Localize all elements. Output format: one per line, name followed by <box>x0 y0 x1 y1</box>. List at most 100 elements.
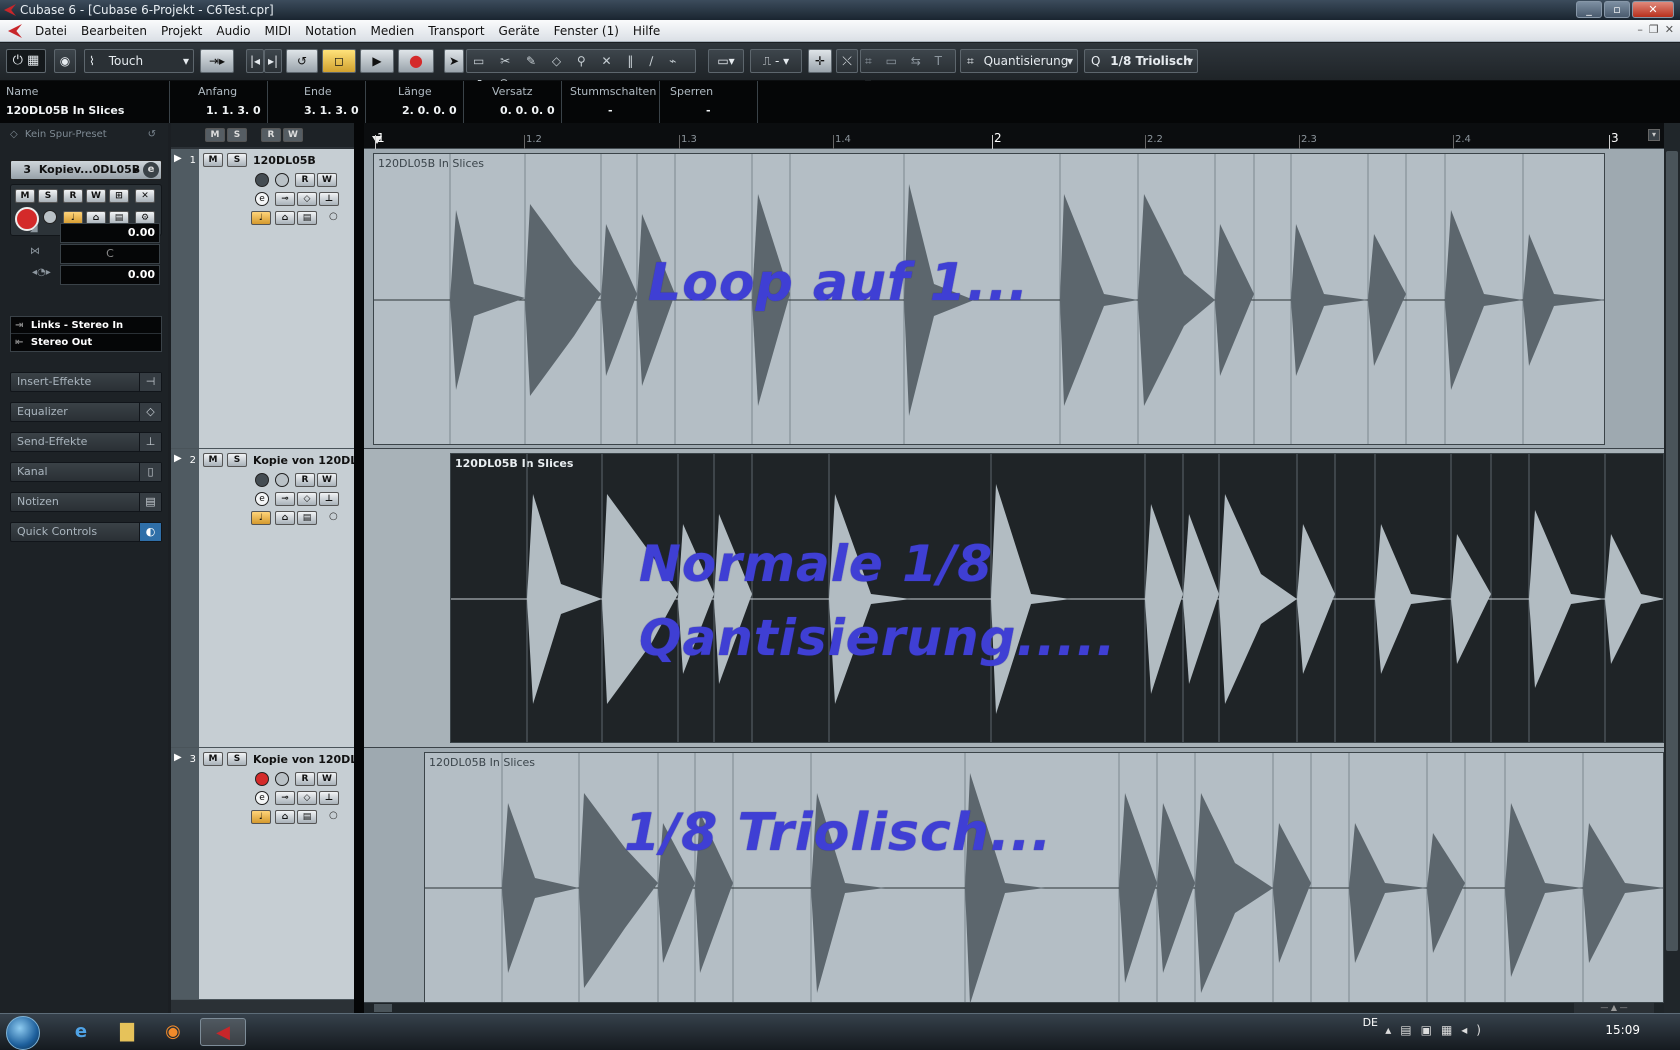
edit-channel-icon[interactable]: e <box>255 492 269 506</box>
eq-bypass-icon[interactable]: ◇ <box>297 791 317 805</box>
track-read-button[interactable]: R <box>295 772 315 786</box>
track-monitor-button[interactable] <box>275 173 289 187</box>
monitor-button[interactable] <box>43 210 57 224</box>
track-write-button[interactable]: W <box>317 173 337 187</box>
section-insert-effects[interactable]: Insert-Effekte ⊣ <box>10 372 162 392</box>
send-bypass-icon[interactable]: ⊥ <box>319 192 339 206</box>
scroll-thumb[interactable] <box>1666 151 1678 951</box>
track-solo-button[interactable]: S <box>227 752 247 766</box>
info-offset[interactable]: Versatz 0. 0. 0. 0 <box>464 81 562 123</box>
eq-bypass-icon[interactable]: ◇ <box>297 492 317 506</box>
scroll-thumb[interactable] <box>374 1004 392 1012</box>
color-menu-button[interactable]: ▭▾ <box>708 49 744 73</box>
freeze-button[interactable]: ✕ <box>135 189 155 203</box>
doc-minimize-button[interactable]: – <box>1637 23 1643 37</box>
track-write-button[interactable]: W <box>317 473 337 487</box>
doc-restore-button[interactable]: ❐ <box>1649 23 1659 37</box>
mute-button[interactable]: M <box>15 189 35 203</box>
language-indicator[interactable]: DE <box>1363 1016 1378 1029</box>
menu-midi[interactable]: MIDI <box>257 20 298 41</box>
quantize-preset-select[interactable]: Q 1/8 Triolisch ▾ <box>1084 49 1198 73</box>
track-read-button[interactable]: R <box>295 473 315 487</box>
snap-button[interactable]: ✛ <box>808 49 832 73</box>
automation-mode-select[interactable]: ⌇ Touch ▾ <box>84 49 194 73</box>
insert-bypass-icon[interactable]: ⊸ <box>275 192 295 206</box>
track-preset-row[interactable]: ◇ Kein Spur-Preset ↺ <box>10 129 162 145</box>
maximize-button[interactable]: ▫ <box>1604 1 1630 18</box>
tray-icons[interactable]: ▴▤▣▦◂) <box>1385 1023 1490 1037</box>
read-automation-button[interactable]: R <box>63 189 83 203</box>
track-mute-button[interactable]: M <box>203 752 223 766</box>
insert-bypass-icon[interactable]: ⊸ <box>275 791 295 805</box>
zoom-slider[interactable]: — ▲ — <box>1574 1003 1654 1013</box>
record-button[interactable]: ● <box>398 49 434 73</box>
menu-medien[interactable]: Medien <box>364 20 422 41</box>
menu-audio[interactable]: Audio <box>209 20 257 41</box>
track-record-button[interactable] <box>255 473 269 487</box>
eq-bypass-icon[interactable]: ◇ <box>297 192 317 206</box>
track-mute-button[interactable]: M <box>203 153 223 167</box>
track-read-button[interactable]: R <box>295 173 315 187</box>
track-solo-button[interactable]: S <box>227 453 247 467</box>
go-to-end-button[interactable]: ▸| <box>264 49 282 73</box>
section-channel[interactable]: Kanal ▯ <box>10 462 162 482</box>
menu-geraete[interactable]: Geräte <box>492 20 547 41</box>
edit-channel-icon[interactable]: e <box>255 192 269 206</box>
delay-field[interactable]: 0.00 <box>60 265 160 285</box>
track-row[interactable]: ▶ 3 M S Kopie von 120DL05B R W e ⊸ ◇ ⊥ ♩… <box>171 748 373 1000</box>
firefox-icon[interactable]: ◉ <box>156 1018 190 1046</box>
solo-button[interactable]: S <box>38 189 58 203</box>
stop-button[interactable]: ◻ <box>322 49 356 73</box>
menu-datei[interactable]: Datei <box>28 20 74 41</box>
info-start[interactable]: Anfang 1. 1. 3. 0 <box>170 81 268 123</box>
volume-field[interactable]: 0.00 <box>60 223 160 243</box>
output-routing[interactable]: ⇤ Stereo Out <box>11 334 161 351</box>
timebase-icon[interactable]: ♩ <box>251 211 271 225</box>
horizontal-scrollbar[interactable]: — ▲ — <box>364 1003 1664 1013</box>
go-to-start-button[interactable]: |◂ <box>246 49 264 73</box>
track-monitor-button[interactable] <box>275 473 289 487</box>
track-record-button[interactable] <box>255 173 269 187</box>
global-mute-icon[interactable]: M <box>205 128 225 142</box>
track-write-button[interactable]: W <box>317 772 337 786</box>
lanes-icon[interactable]: ▤ <box>297 810 317 824</box>
info-length[interactable]: Länge 2. 0. 0. 0 <box>366 81 464 123</box>
timebase-icon[interactable]: ♩ <box>251 810 271 824</box>
reset-icon[interactable]: ↺ <box>148 129 156 140</box>
minimize-button[interactable]: _ <box>1576 1 1602 18</box>
send-bypass-icon[interactable]: ⊥ <box>319 791 339 805</box>
expand-icon[interactable]: ▶ <box>174 453 182 464</box>
track-row[interactable]: ▶ 2 M S Kopie von 120DL05B R W e ⊸ ◇ ⊥ ♩… <box>171 449 373 748</box>
info-name[interactable]: Name 120DL05B In Slices <box>0 81 170 123</box>
internet-explorer-icon[interactable]: e <box>64 1018 98 1046</box>
constrain-delay-icon[interactable]: ◉ <box>54 49 76 73</box>
track-solo-button[interactable]: S <box>227 153 247 167</box>
global-write-icon[interactable]: W <box>283 128 303 142</box>
pan-field[interactable]: C <box>60 244 160 264</box>
auto-scroll-button[interactable]: ⇥▸ <box>200 49 234 73</box>
menu-hilfe[interactable]: Hilfe <box>626 20 667 41</box>
start-button[interactable] <box>6 1016 40 1050</box>
info-end[interactable]: Ende 3. 1. 3. 0 <box>268 81 366 123</box>
quantize-type-select[interactable]: ⌗ Quantisierung ▾ <box>960 49 1078 73</box>
close-button[interactable]: ✕ <box>1632 1 1674 18</box>
tool-buttons[interactable]: ▭ ✂ ✎ ◇ ⚲ ✕ ‖ ∕ ⌁ ↗ ⊘ <box>466 49 696 90</box>
object-selection-tool[interactable]: ➤ <box>444 49 464 73</box>
lanes-icon[interactable]: ▤ <box>297 211 317 225</box>
cycle-button[interactable]: ↺ <box>286 49 318 73</box>
explorer-folder-icon[interactable]: ▇ <box>110 1018 144 1046</box>
snap-type-button[interactable]: ⤬ <box>836 49 858 73</box>
doc-close-button[interactable]: ✕ <box>1665 23 1674 37</box>
section-quick-controls[interactable]: Quick Controls ◐ <box>10 522 162 542</box>
menu-fenster[interactable]: Fenster (1) <box>547 20 626 41</box>
activate-project-button[interactable]: ⏻ ▦ <box>6 49 46 73</box>
info-mute[interactable]: Stummschalten - <box>562 81 660 123</box>
lanes-button[interactable]: ⊞ <box>109 189 129 203</box>
audio-event[interactable]: 120DL05B In Slices <box>450 453 1664 743</box>
global-read-icon[interactable]: R <box>261 128 281 142</box>
global-solo-icon[interactable]: S <box>227 128 247 142</box>
expand-icon[interactable]: ▶ <box>174 752 182 763</box>
track-monitor-button[interactable] <box>275 772 289 786</box>
lanes-icon[interactable]: ▤ <box>297 511 317 525</box>
lock-icon[interactable]: ⌂ <box>275 511 295 525</box>
